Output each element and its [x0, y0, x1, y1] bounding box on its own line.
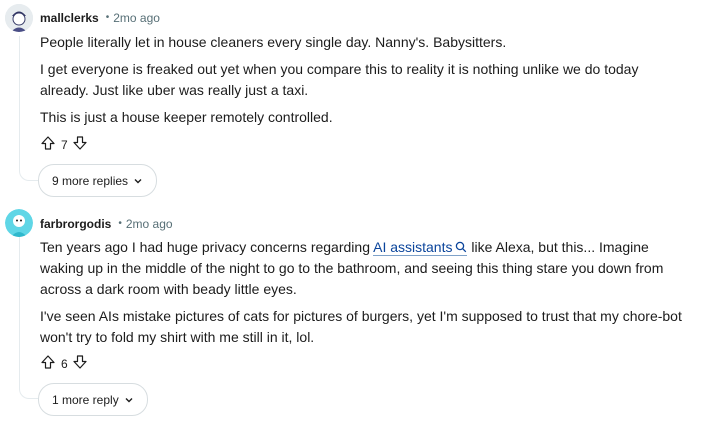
vote-controls: 7	[40, 135, 88, 154]
search-icon	[456, 241, 467, 253]
username[interactable]: farbrorgodis	[40, 216, 111, 232]
comment-paragraph: This is just a house keeper remotely con…	[40, 109, 333, 125]
ai-assistants-search-link[interactable]: AI assistants	[373, 239, 468, 256]
search-keyword: AI assistants	[373, 239, 453, 255]
chevron-down-icon	[125, 397, 133, 402]
avatar[interactable]	[5, 4, 33, 32]
timestamp[interactable]: 2mo ago	[126, 216, 173, 232]
separator-dot: •	[118, 218, 122, 229]
more-replies-label: 9 more replies	[52, 173, 129, 188]
comment-paragraph: Ten years ago I had huge privacy concern…	[40, 237, 690, 300]
thread-line	[19, 236, 20, 386]
more-replies-button[interactable]: 9 more replies	[38, 164, 158, 197]
comment-header: mallclerks • 2mo ago	[40, 10, 160, 26]
chevron-down-icon	[134, 178, 142, 183]
upvote-icon[interactable]	[40, 135, 56, 154]
timestamp[interactable]: 2mo ago	[113, 10, 160, 26]
separator-dot: •	[105, 12, 110, 23]
thread-line	[19, 36, 20, 166]
comment-paragraph: I get everyone is freaked out yet when y…	[40, 61, 639, 98]
thread-connector	[19, 384, 39, 399]
more-replies-label: 1 more reply	[52, 392, 119, 407]
thread-connector	[19, 166, 39, 181]
username[interactable]: mallclerks	[40, 10, 99, 26]
comment-header: farbrorgodis • 2mo ago	[40, 216, 173, 232]
vote-count: 6	[61, 356, 68, 371]
vote-controls: 6	[40, 354, 88, 373]
comment-paragraph: I've seen AIs mistake pictures of cats f…	[40, 308, 682, 345]
more-replies-button[interactable]: 1 more reply	[38, 383, 148, 416]
upvote-icon[interactable]	[40, 354, 56, 373]
downvote-icon[interactable]	[72, 135, 88, 154]
avatar[interactable]	[5, 209, 33, 237]
paragraph-text: Ten years ago I had huge privacy concern…	[40, 239, 374, 255]
comment-paragraph: People literally let in house cleaners e…	[40, 34, 507, 50]
vote-count: 7	[61, 137, 68, 152]
downvote-icon[interactable]	[72, 354, 88, 373]
